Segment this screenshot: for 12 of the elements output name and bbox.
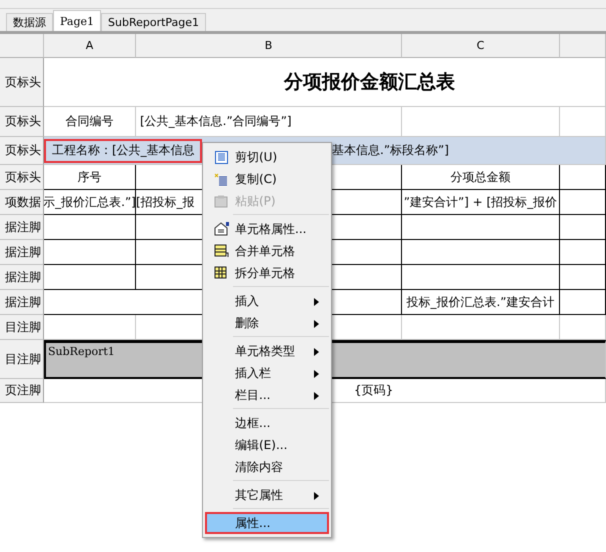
report-title: 分项报价金额汇总表 [282,70,455,95]
cell-text: [招投标_报 [136,194,195,210]
cell-text: 工程名称：[公共_基本信息 [44,138,202,162]
cell-text: 分项总金额 [450,168,510,186]
cell-text: ”建安合计”] + [招投标_报价 [404,194,558,210]
cell-text: 基本信息.”标段名称”] [332,142,449,159]
page-number-field: {页码} [354,382,394,399]
subreport-name: SubReport1 [47,344,115,358]
cell-text: 投标_报价汇总表.”建安合计 [406,294,555,310]
cell-text: 序号 [78,168,102,186]
cell-text: [公共_基本信息.”合同编号”] [139,113,292,130]
cell-text: 合同编号 [66,113,114,130]
